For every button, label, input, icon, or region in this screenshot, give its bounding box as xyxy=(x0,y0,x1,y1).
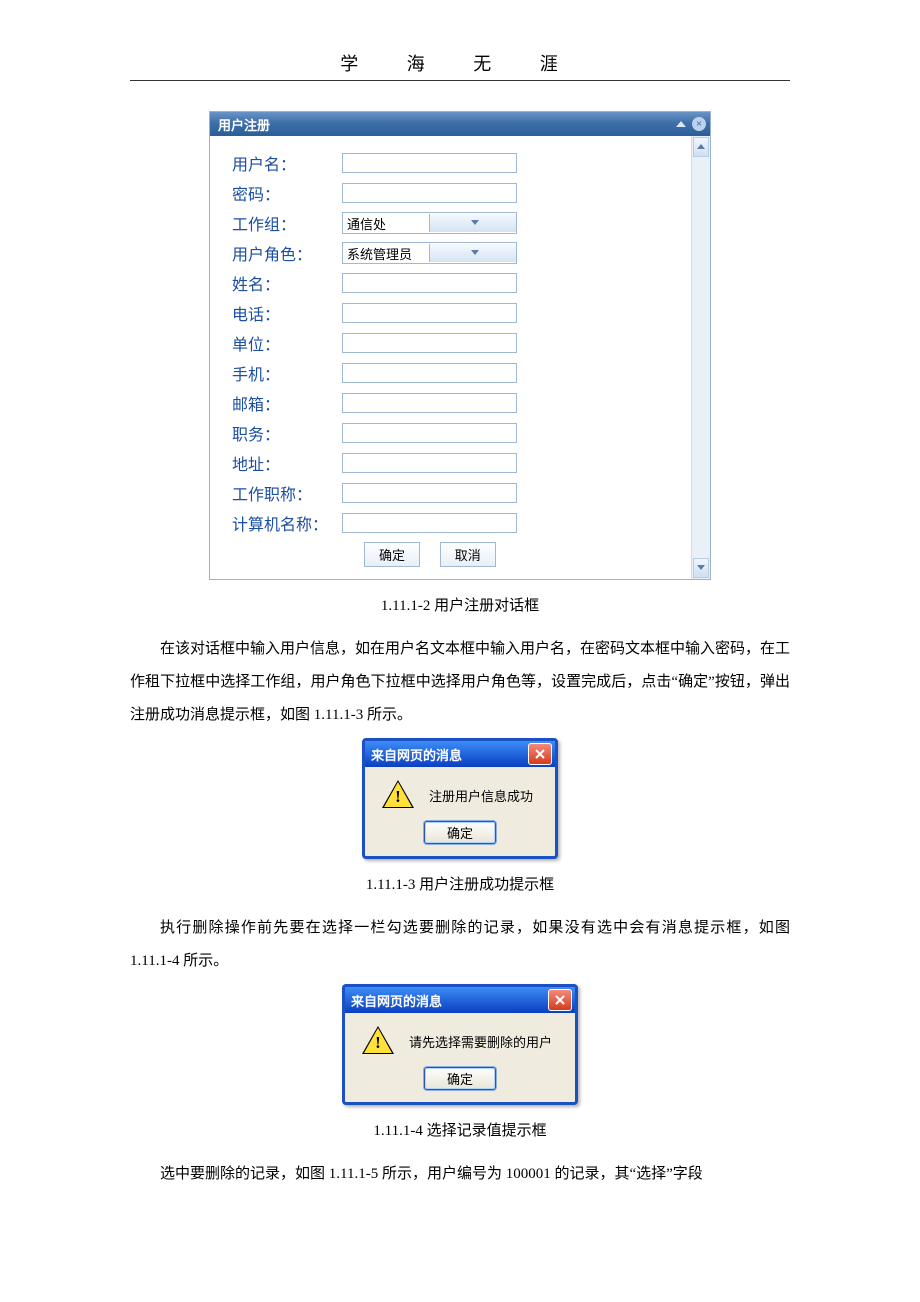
label-jobtitle: 工作职称： xyxy=(232,481,342,505)
msg-text: 注册用户信息成功 xyxy=(429,786,533,805)
msg-title-text: 来自网页的消息 xyxy=(351,991,442,1010)
label-mobile: 手机： xyxy=(232,361,342,385)
select-role-value: 系统管理员 xyxy=(343,244,429,263)
input-username[interactable] xyxy=(342,153,517,173)
scroll-down-icon[interactable] xyxy=(693,558,709,578)
close-icon[interactable]: × xyxy=(692,117,706,131)
label-computer: 计算机名称： xyxy=(232,511,342,535)
label-realname: 姓名： xyxy=(232,271,342,295)
label-position: 职务： xyxy=(232,421,342,445)
input-mobile[interactable] xyxy=(342,363,517,383)
warning-icon: ! xyxy=(363,1027,393,1055)
collapse-icon[interactable] xyxy=(676,121,686,127)
input-position[interactable] xyxy=(342,423,517,443)
warning-icon: ! xyxy=(383,781,413,809)
input-email[interactable] xyxy=(342,393,517,413)
msg-ok-button[interactable]: 确定 xyxy=(424,821,496,844)
input-phone[interactable] xyxy=(342,303,517,323)
paragraph-3: 选中要删除的记录，如图 1.11.1-5 所示，用户编号为 100001 的记录… xyxy=(130,1158,790,1191)
label-role: 用户角色： xyxy=(232,241,342,265)
input-realname[interactable] xyxy=(342,273,517,293)
label-unit: 单位： xyxy=(232,331,342,355)
label-phone: 电话： xyxy=(232,301,342,325)
paragraph-1: 在该对话框中输入用户信息，如在用户名文本框中输入用户名，在密码文本框中输入密码，… xyxy=(130,633,790,732)
input-password[interactable] xyxy=(342,183,517,203)
figure-caption-2: 1.11.1-3 用户注册成功提示框 xyxy=(130,873,790,894)
figure-caption-3: 1.11.1-4 选择记录值提示框 xyxy=(130,1119,790,1140)
input-computer[interactable] xyxy=(342,513,517,533)
label-email: 邮箱： xyxy=(232,391,342,415)
select-record-message-box: 来自网页的消息 ! 请先选择需要删除的用户 确定 xyxy=(342,984,578,1105)
select-role[interactable]: 系统管理员 xyxy=(342,242,517,264)
label-address: 地址： xyxy=(232,451,342,475)
select-workgroup[interactable]: 通信处 xyxy=(342,212,517,234)
msg-text: 请先选择需要删除的用户 xyxy=(409,1032,552,1051)
cancel-button[interactable]: 取消 xyxy=(440,542,496,567)
header-rule xyxy=(130,80,790,81)
select-workgroup-value: 通信处 xyxy=(343,214,429,233)
label-workgroup: 工作组： xyxy=(232,211,342,235)
msg-title-text: 来自网页的消息 xyxy=(371,745,462,764)
ok-button[interactable]: 确定 xyxy=(364,542,420,567)
msg-titlebar: 来自网页的消息 xyxy=(365,741,555,767)
figure-caption-1: 1.11.1-2 用户注册对话框 xyxy=(130,594,790,615)
input-address[interactable] xyxy=(342,453,517,473)
scroll-up-icon[interactable] xyxy=(693,137,709,157)
msg-titlebar: 来自网页的消息 xyxy=(345,987,575,1013)
dialog-titlebar: 用户注册 × xyxy=(210,112,710,136)
dialog-title: 用户注册 xyxy=(218,115,270,134)
chevron-down-icon[interactable] xyxy=(429,214,516,232)
input-unit[interactable] xyxy=(342,333,517,353)
close-icon[interactable] xyxy=(528,743,552,765)
close-icon[interactable] xyxy=(548,989,572,1011)
user-register-dialog: 用户注册 × 用户名： 密码： 工作组： 通信处 用户角色： 系统管理员 姓名：… xyxy=(209,111,711,580)
input-jobtitle[interactable] xyxy=(342,483,517,503)
scrollbar[interactable] xyxy=(691,136,710,579)
chevron-down-icon[interactable] xyxy=(429,244,516,262)
paragraph-2: 执行删除操作前先要在选择一栏勾选要删除的记录，如果没有选中会有消息提示框，如图 … xyxy=(130,912,790,978)
label-password: 密码： xyxy=(232,181,342,205)
page-header: 学 海 无 涯 xyxy=(0,50,920,76)
msg-ok-button[interactable]: 确定 xyxy=(424,1067,496,1090)
label-username: 用户名： xyxy=(232,151,342,175)
success-message-box: 来自网页的消息 ! 注册用户信息成功 确定 xyxy=(362,738,558,859)
